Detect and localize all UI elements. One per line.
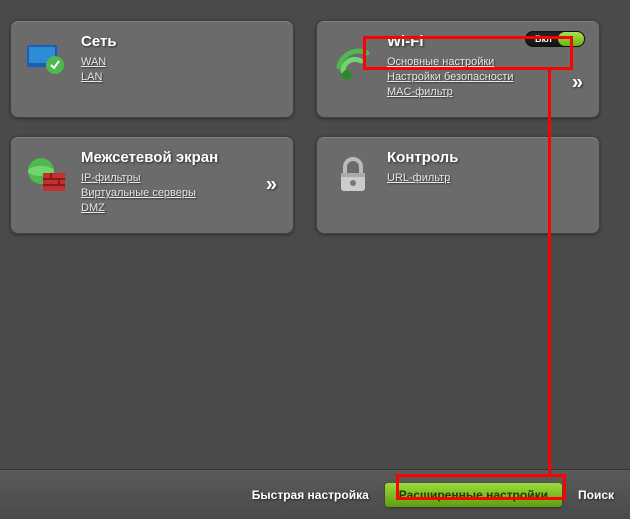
tile-body: Контроль URL-фильтр (387, 149, 585, 187)
main-container: Сеть WAN LAN Wi-Fi Основные настройки (0, 0, 630, 519)
tile-title: Межсетевой экран (81, 149, 279, 166)
tile-body: Межсетевой экран IP-фильтры Виртуальные … (81, 149, 279, 217)
tile-control[interactable]: Контроль URL-фильтр (316, 136, 600, 234)
link-wifi-security[interactable]: Настройки безопасности (387, 71, 514, 83)
tile-links: URL-фильтр (387, 172, 585, 184)
tile-links: IP-фильтры Виртуальные серверы DMZ (81, 172, 279, 214)
tile-title: Сеть (81, 33, 279, 50)
tile-links: WAN LAN (81, 56, 279, 83)
lock-icon (331, 153, 375, 197)
footer-advanced-button[interactable]: Расширенные настройки (385, 483, 562, 507)
firewall-icon (25, 153, 69, 197)
tile-body: Сеть WAN LAN (81, 33, 279, 86)
link-wifi-basic[interactable]: Основные настройки (387, 56, 494, 68)
link-lan[interactable]: LAN (81, 71, 102, 83)
tile-title: Контроль (387, 149, 585, 166)
tile-links: Основные настройки Настройки безопасност… (387, 56, 585, 98)
tile-wifi[interactable]: Wi-Fi Основные настройки Настройки безоп… (316, 20, 600, 118)
toggle-knob (558, 32, 584, 46)
footer-search[interactable]: Поиск (578, 488, 614, 502)
wifi-toggle[interactable]: Вкл (525, 31, 585, 47)
link-wifi-mac[interactable]: MAC-фильтр (387, 86, 453, 98)
footer: Быстрая настройка Расширенные настройки … (0, 469, 630, 519)
chevron-icon[interactable]: » (572, 72, 583, 95)
tile-grid: Сеть WAN LAN Wi-Fi Основные настройки (10, 20, 620, 234)
link-url-filter[interactable]: URL-фильтр (387, 172, 450, 184)
link-virtual-servers[interactable]: Виртуальные серверы (81, 187, 196, 199)
tile-network[interactable]: Сеть WAN LAN (10, 20, 294, 118)
network-icon (25, 37, 69, 81)
footer-quick-setup[interactable]: Быстрая настройка (252, 488, 369, 502)
wifi-icon (331, 37, 375, 81)
toggle-label: Вкл (525, 34, 558, 44)
link-wan[interactable]: WAN (81, 56, 106, 68)
link-ip-filters[interactable]: IP-фильтры (81, 172, 141, 184)
tile-firewall[interactable]: Межсетевой экран IP-фильтры Виртуальные … (10, 136, 294, 234)
chevron-icon[interactable]: » (266, 174, 277, 197)
link-dmz[interactable]: DMZ (81, 202, 105, 214)
